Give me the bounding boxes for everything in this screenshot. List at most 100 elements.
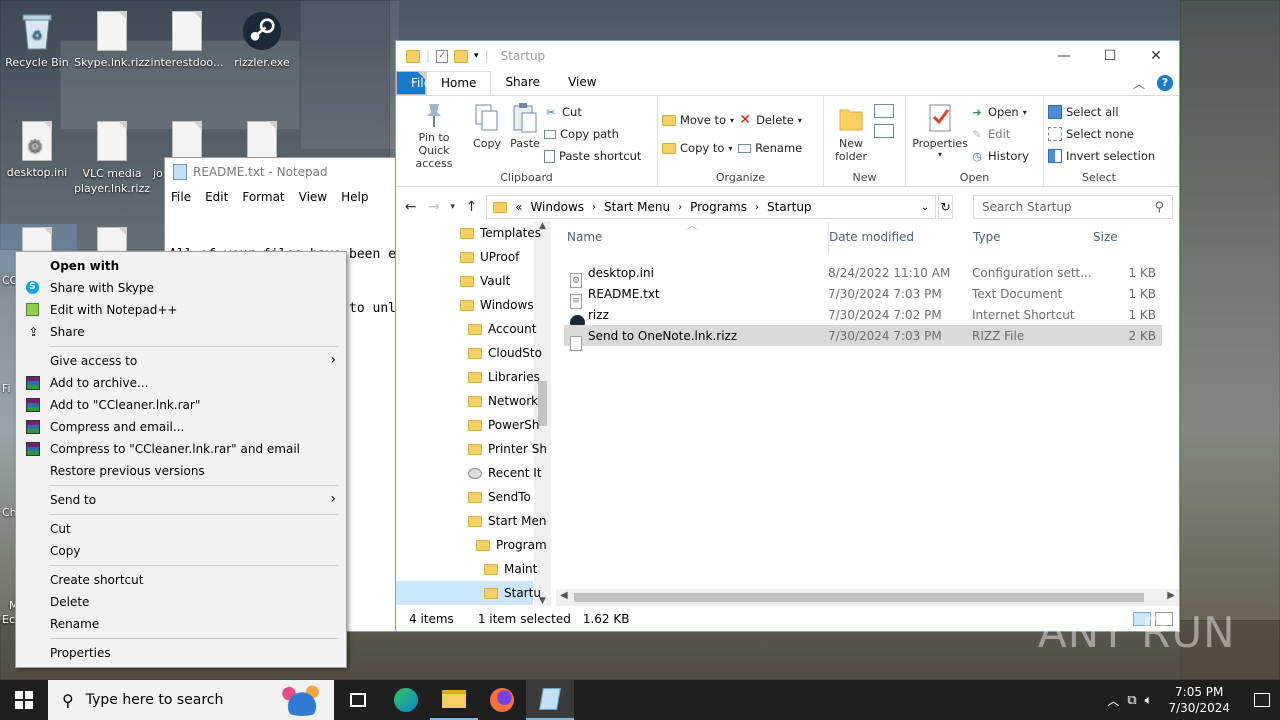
forward-arrow-icon[interactable]: → [425,199,442,215]
menu-item-rename[interactable]: Rename [16,613,346,635]
nav-item[interactable]: Templates [396,221,541,245]
notification-icon[interactable] [1254,693,1270,707]
desktop-icon-interestdoo[interactable]: interestdoo... [147,8,227,69]
menu-item-cut[interactable]: Cut [16,518,346,540]
chevron-down-icon[interactable]: ⌄ [921,202,929,213]
desktop-icon-desktop-ini[interactable]: ⚙ desktop.ini [0,118,77,179]
path-overflow[interactable]: « [515,200,522,214]
pin-quick-access-button[interactable]: Pin to Quick access [400,100,468,170]
properties-button[interactable]: Properties ▾ [910,100,970,168]
navigation-pane[interactable]: ▲ ▼ Templates UProof Vault Windows Account Cl… [396,221,551,606]
notepad-menu-format[interactable]: Format [242,190,284,204]
desktop-icon-vlc-lnk[interactable]: VLC media player.lnk.rizz [72,118,152,196]
horizontal-scrollbar[interactable]: ◀ ▶ [556,589,1179,606]
notepad-taskbar-icon[interactable] [526,680,574,720]
collapse-ribbon-icon[interactable]: ︿ [1133,75,1145,92]
nav-item[interactable]: Windows [396,293,534,317]
file-row[interactable]: rizz 7/30/2024 7:02 PM Internet Shortcut 1 … [564,304,1162,330]
file-explorer-window[interactable]: | ✓ ▾ | Startup — ☐ ✕ File Home Share Vi… [395,40,1180,632]
nav-item[interactable]: UProof [396,245,533,269]
column-date-modified[interactable]: Date modified [828,221,914,253]
breadcrumb-start-menu[interactable]: Start Menu [604,200,670,214]
paste-button[interactable]: Paste [506,100,544,168]
customize-qat-icon[interactable]: ▾ [474,51,479,61]
network-icon[interactable]: ⧉ [1127,693,1136,708]
select-none-button[interactable]: Select none [1048,124,1155,144]
file-list[interactable]: Name ︿ Date modified Type Size ⚙ desktop.… [551,221,1179,606]
edge-icon[interactable] [382,680,430,720]
recent-locations-icon[interactable]: ▾ [448,202,457,212]
column-type[interactable]: Type [973,221,1001,253]
column-size[interactable]: Size [1093,221,1118,253]
invert-selection-button[interactable]: Invert selection [1048,146,1155,166]
up-arrow-icon[interactable]: ↑ [463,199,480,215]
taskbar-search-box[interactable]: ⚲ Type here to search [48,680,334,720]
rename-button[interactable]: Rename [738,138,802,158]
desktop-icon-skype-lnk[interactable]: Skype.lnk.rizz [72,8,152,69]
nav-item[interactable]: Start Men [396,509,546,533]
properties-quick-icon[interactable]: ✓ [436,49,449,63]
breadcrumb-startup[interactable]: Startup [767,200,812,214]
notepad-menu-help[interactable]: Help [341,190,368,204]
menu-item-add-to-ccleaner-lnk-rar[interactable]: Add to "CCleaner.lnk.rar" [16,394,346,416]
menu-item-restore-previous-versions[interactable]: Restore previous versions [16,460,346,482]
address-bar[interactable]: « Windows › Start Menu › Programs › Startup… [486,195,937,219]
easy-access-icon[interactable] [874,124,894,138]
desktop-icon-rizzler-exe[interactable]: rizzler.exe [222,8,302,69]
open-button[interactable]: ➜ Open ▾ [970,102,1029,122]
copy-to-button[interactable]: Copy to ▾ [662,138,734,158]
notepad-titlebar[interactable]: README.txt - Notepad [165,158,403,186]
nav-item[interactable]: Vault [396,269,533,293]
search-input[interactable]: Search Startup ⚲ [972,195,1173,219]
help-icon[interactable]: ? [1157,75,1173,91]
file-row[interactable]: ⚙ desktop.ini 8/24/2022 11:10 AM Configurat… [564,262,1162,288]
menu-item-properties[interactable]: Properties [16,642,346,664]
maximize-icon[interactable]: ☐ [1087,41,1133,71]
new-folder-quick-icon[interactable] [454,49,469,63]
firefox-icon[interactable] [478,680,526,720]
nav-item[interactable]: Printer Sh [396,437,547,461]
edit-button[interactable]: ✎ Edit [970,124,1029,144]
menu-item-delete[interactable]: Delete [16,591,346,613]
copy-path-button[interactable]: Copy path [544,124,641,144]
column-name[interactable]: Name [567,221,602,253]
back-arrow-icon[interactable]: ← [402,199,419,215]
show-hidden-icons-icon[interactable]: ︿ [1107,692,1119,709]
menu-item-open-with[interactable]: Open with [16,255,346,277]
nav-item[interactable]: Account [396,317,536,341]
scroll-thumb[interactable] [574,593,1144,602]
nav-item[interactable]: CloudSto [396,341,542,365]
menu-item-share-with-skype[interactable]: S Share with Skype [16,277,346,299]
close-icon[interactable]: ✕ [1133,41,1179,71]
menu-item-send-to[interactable]: Send to › [16,489,346,511]
menu-item-add-to-archive[interactable]: Add to archive... [16,372,346,394]
new-item-icon[interactable] [874,104,894,118]
nav-item[interactable]: Network [396,389,538,413]
nav-item[interactable]: PowerSh [396,413,540,437]
menu-item-give-access-to[interactable]: Give access to › [16,350,346,372]
scroll-left-icon[interactable]: ◀ [560,590,568,601]
menu-item-compress-and-email[interactable]: Compress and email... [16,416,346,438]
file-explorer-icon[interactable] [430,680,478,720]
menu-item-copy[interactable]: Copy [16,540,346,562]
clock[interactable]: 7:05 PM 7/30/2024 [1160,684,1238,716]
move-to-button[interactable]: Move to ▾ [662,110,734,130]
paste-shortcut-button[interactable]: Paste shortcut [544,146,641,166]
nav-item[interactable]: Program [396,533,547,557]
nav-item[interactable]: Startu [396,581,541,605]
notepad-menu-file[interactable]: File [171,190,191,204]
delete-button[interactable]: ✕ Delete ▾ [738,110,802,130]
notepad-menu-edit[interactable]: Edit [205,190,228,204]
nav-item[interactable]: Maint [396,557,537,581]
menu-item-create-shortcut[interactable]: Create shortcut [16,569,346,591]
minimize-icon[interactable]: — [1041,41,1087,71]
file-row[interactable]: ≡ README.txt 7/30/2024 7:03 PM Text Documen… [564,283,1162,309]
menu-item-edit-with-notepad[interactable]: Edit with Notepad++ [16,299,346,321]
cut-button[interactable]: ✂ Cut [544,102,641,122]
history-button[interactable]: ◷ History [970,146,1029,166]
desktop-icon-recycle-bin[interactable]: ♻ Recycle Bin [0,8,77,69]
start-button[interactable] [0,680,48,720]
context-menu[interactable]: Open with S Share with Skype Edit with Note… [15,251,347,668]
nav-item[interactable]: Libraries [396,365,540,389]
nav-item[interactable]: Recent It [396,461,542,485]
